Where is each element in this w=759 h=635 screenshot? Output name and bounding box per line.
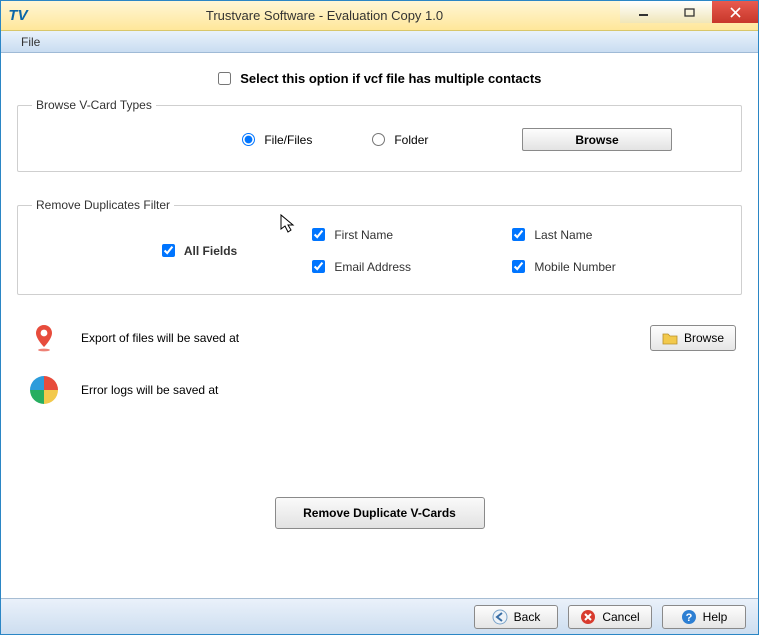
radio-files-label[interactable]: File/Files <box>242 133 312 147</box>
window-controls <box>620 1 758 30</box>
back-button[interactable]: Back <box>474 605 558 629</box>
log-row: Error logs will be saved at <box>27 373 742 407</box>
browse-destination-button[interactable]: Browse <box>650 325 736 351</box>
mobile-text: Mobile Number <box>534 260 615 274</box>
close-icon <box>730 7 741 18</box>
radio-folder-text: Folder <box>394 133 428 147</box>
multi-contacts-row: Select this option if vcf file has multi… <box>17 71 742 86</box>
maximize-button[interactable] <box>666 1 712 23</box>
remove-duplicates-group: Remove Duplicates Filter All Fields Firs… <box>17 198 742 295</box>
all-fields-label[interactable]: All Fields <box>162 244 237 258</box>
menu-file[interactable]: File <box>13 33 48 51</box>
minimize-icon <box>638 7 649 18</box>
menu-bar: File <box>1 31 758 53</box>
app-window: TV Trustvare Software - Evaluation Copy … <box>0 0 759 635</box>
export-row: Export of files will be saved at Browse <box>27 321 742 355</box>
radio-folder-label[interactable]: Folder <box>372 133 428 147</box>
help-button[interactable]: ? Help <box>662 605 746 629</box>
email-text: Email Address <box>334 260 411 274</box>
mobile-checkbox[interactable] <box>512 260 525 273</box>
all-fields-checkbox[interactable] <box>162 244 175 257</box>
email-checkbox[interactable] <box>312 260 325 273</box>
back-text: Back <box>514 610 541 624</box>
all-fields-text: All Fields <box>184 244 237 258</box>
first-name-label[interactable]: First Name <box>312 228 393 242</box>
back-arrow-icon <box>492 609 508 625</box>
maximize-icon <box>684 7 695 18</box>
mobile-label[interactable]: Mobile Number <box>512 260 616 274</box>
remove-duplicates-button[interactable]: Remove Duplicate V-Cards <box>275 497 485 529</box>
multi-contacts-text: Select this option if vcf file has multi… <box>240 71 541 86</box>
first-name-text: First Name <box>334 228 393 242</box>
export-label: Export of files will be saved at <box>81 331 630 345</box>
browse-vcard-group: Browse V-Card Types File/Files Folder Br… <box>17 98 742 172</box>
last-name-text: Last Name <box>534 228 592 242</box>
window-title: Trustvare Software - Evaluation Copy 1.0 <box>29 8 620 23</box>
footer-bar: Back Cancel ? Help <box>1 598 758 634</box>
radio-folder[interactable] <box>372 133 385 146</box>
cancel-icon <box>580 609 596 625</box>
email-label[interactable]: Email Address <box>312 260 411 274</box>
help-icon: ? <box>681 609 697 625</box>
last-name-checkbox[interactable] <box>512 228 525 241</box>
log-label: Error logs will be saved at <box>81 383 742 397</box>
title-bar: TV Trustvare Software - Evaluation Copy … <box>1 1 758 31</box>
browse-source-button[interactable]: Browse <box>522 128 672 151</box>
radio-files[interactable] <box>242 133 255 146</box>
svg-text:?: ? <box>685 612 692 624</box>
app-logo-icon: TV <box>7 5 29 27</box>
browse-vcard-legend: Browse V-Card Types <box>32 98 156 112</box>
folder-icon <box>662 331 678 345</box>
minimize-button[interactable] <box>620 1 666 23</box>
cancel-text: Cancel <box>602 610 639 624</box>
help-text: Help <box>703 610 728 624</box>
radio-files-text: File/Files <box>264 133 312 147</box>
last-name-label[interactable]: Last Name <box>512 228 592 242</box>
browse-destination-text: Browse <box>684 331 724 345</box>
content-area: Select this option if vcf file has multi… <box>1 53 758 598</box>
cancel-button[interactable]: Cancel <box>568 605 652 629</box>
multi-contacts-checkbox[interactable] <box>218 72 231 85</box>
close-button[interactable] <box>712 1 758 23</box>
remove-duplicates-legend: Remove Duplicates Filter <box>32 198 174 212</box>
pie-chart-icon <box>27 373 61 407</box>
first-name-checkbox[interactable] <box>312 228 325 241</box>
location-pin-icon <box>27 321 61 355</box>
multi-contacts-label[interactable]: Select this option if vcf file has multi… <box>218 71 542 86</box>
